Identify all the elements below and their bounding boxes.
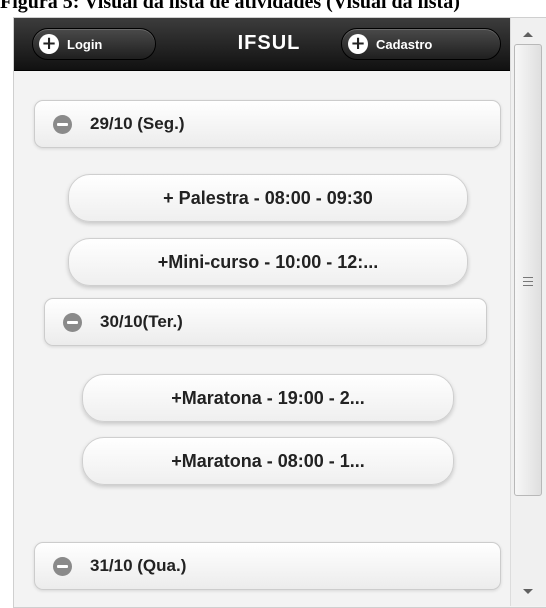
day-label: 30/10(Ter.): [100, 312, 183, 331]
login-label: Login: [67, 36, 103, 52]
header-bar: + Login IFSUL + Cadastro: [14, 18, 510, 71]
figure-caption: Figura 5: Visual da lista de atividades …: [0, 0, 460, 13]
login-button[interactable]: + Login: [32, 28, 156, 60]
app-title: IFSUL: [237, 32, 301, 54]
signup-label: Cadastro: [376, 36, 433, 52]
scroll-grip-icon: [523, 277, 533, 286]
event-mini-curso[interactable]: +Mini-curso - 10:00 - 12:...: [68, 238, 468, 286]
scrollbar-thumb[interactable]: [514, 44, 542, 496]
event-maratona-1[interactable]: +Maratona - 19:00 - 2...: [82, 374, 454, 422]
minus-circle-icon: [63, 312, 82, 332]
vertical-scrollbar[interactable]: [510, 18, 546, 606]
day-header-29-10[interactable]: 29/10 (Seg.): [34, 100, 501, 148]
event-maratona-2[interactable]: +Maratona - 08:00 - 1...: [82, 437, 454, 485]
event-palestra[interactable]: + Palestra - 08:00 - 09:30: [68, 174, 468, 222]
day-header-30-10[interactable]: 30/10(Ter.): [44, 298, 487, 346]
arrow-up-icon[interactable]: [523, 32, 533, 37]
plus-circle-icon: +: [348, 34, 368, 54]
signup-button[interactable]: + Cadastro: [341, 28, 501, 60]
minus-circle-icon: [53, 114, 72, 134]
arrow-down-icon[interactable]: [523, 589, 533, 594]
day-label: 31/10 (Qua.): [90, 556, 187, 575]
day-header-31-10[interactable]: 31/10 (Qua.): [34, 542, 501, 590]
plus-circle-icon: +: [39, 34, 59, 54]
minus-circle-icon: [53, 556, 72, 576]
day-label: 29/10 (Seg.): [90, 114, 185, 133]
